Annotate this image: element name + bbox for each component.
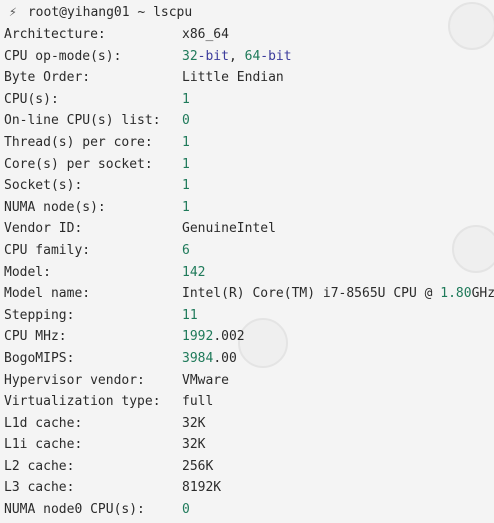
row-value: 1 — [182, 197, 190, 219]
value-segment: x86_64 — [182, 27, 229, 42]
row-label: Architecture: — [4, 27, 106, 42]
row-label: Model name: — [4, 286, 91, 302]
value-segment: 32K — [182, 437, 206, 453]
row-label: Byte Order: — [4, 70, 91, 86]
row-label: Core(s) per socket: — [4, 156, 153, 172]
value-segment: 1 — [182, 199, 190, 215]
value-segment: Little Endian — [182, 70, 284, 86]
row-value: 0 — [182, 499, 190, 521]
row-label: Virtualization type: — [4, 394, 161, 410]
row-label: BogoMIPS: — [4, 350, 75, 366]
terminal-window[interactable]: ⚡ root@yihang01 ~ lscpu Architecture: x86… — [0, 0, 494, 523]
value-segment: 142 — [182, 264, 206, 280]
prompt-user-host: root@yihang01 — [27, 5, 130, 20]
row-value: 32-bit, 64-bit — [182, 46, 292, 68]
row-label: L2 cache: — [4, 458, 75, 474]
row-label: CPU MHz: — [4, 329, 67, 345]
row-value: 256K — [182, 456, 213, 478]
value-segment: .00 — [213, 350, 237, 366]
row-value: 8192K — [182, 477, 221, 499]
value-segment: Intel(R) Core(TM) i7-8565U CPU @ — [182, 286, 441, 302]
row-label: NUMA node(s): — [4, 199, 106, 215]
value-segment: 1 — [182, 178, 190, 194]
watermark-logo-icon — [238, 318, 288, 368]
value-segment: GHz — [471, 286, 494, 302]
prompt-line: ⚡ root@yihang01 ~ lscpu — [9, 3, 192, 23]
value-segment: 0 — [182, 502, 190, 518]
watermark-logo-icon — [452, 225, 494, 273]
value-segment: 1 — [182, 134, 190, 150]
row-value: x86_64 — [182, 24, 229, 46]
value-segment: -bit — [197, 48, 229, 64]
bolt-icon: ⚡ — [9, 5, 17, 20]
row-value: 32K — [182, 413, 205, 435]
row-label: On-line CPU(s) list: — [4, 113, 161, 129]
row-label: Stepping: — [4, 307, 75, 323]
row-value: 0 — [182, 110, 190, 132]
row-label: CPU(s): — [4, 91, 59, 107]
row-value: 142 — [182, 262, 205, 284]
value-segment: 1 — [182, 156, 190, 172]
row-label: NUMA node0 CPU(s): — [4, 502, 145, 518]
value-segment: 1992 — [182, 329, 214, 345]
row-label: Socket(s): — [4, 178, 83, 194]
row-value: 3984.00 — [182, 348, 237, 370]
row-value: GenuineIntel — [182, 218, 276, 240]
value-segment: -bit — [260, 48, 292, 64]
row-value: Little Endian — [182, 67, 284, 89]
value-segment: GenuineIntel — [182, 221, 276, 237]
row-label: L1i cache: — [4, 437, 83, 453]
row-value: 1992.002 — [182, 326, 245, 348]
value-segment: 32 — [182, 48, 198, 64]
row-label: Hypervisor vendor: — [4, 372, 145, 388]
value-segment: 32K — [182, 415, 206, 431]
value-segment: full — [182, 394, 214, 410]
value-segment: 0 — [182, 113, 190, 129]
row-label: L1d cache: — [4, 415, 83, 431]
prompt-command: lscpu — [153, 5, 193, 20]
row-value: 11 — [182, 305, 198, 327]
value-segment: 3984 — [182, 350, 214, 366]
value-segment: 8192K — [182, 480, 222, 496]
value-segment: , — [228, 48, 245, 64]
watermark-logo-icon — [448, 2, 494, 50]
row-value: Intel(R) Core(TM) i7-8565U CPU @ 1.80GHz — [182, 283, 494, 305]
value-segment: .002 — [213, 329, 245, 345]
row-value: 1 — [182, 89, 190, 111]
row-label: Vendor ID: — [4, 221, 83, 237]
row-label: L3 cache: — [4, 480, 75, 496]
row-value: 6 — [182, 240, 190, 262]
row-value: full — [182, 391, 213, 413]
prompt-path: ~ — [137, 5, 146, 20]
row-value: 1 — [182, 132, 190, 154]
value-segment: 6 — [182, 242, 190, 258]
row-label: CPU op-mode(s): — [4, 48, 122, 64]
row-value: 32K — [182, 434, 205, 456]
row-label: Model: — [4, 264, 51, 280]
row-value: 1 — [182, 175, 190, 197]
row-label: Thread(s) per core: — [4, 134, 153, 150]
value-segment: 11 — [182, 307, 198, 323]
row-value: 1 — [182, 154, 190, 176]
value-segment: 256K — [182, 458, 214, 474]
value-segment: VMware — [182, 372, 229, 388]
row-value: VMware — [182, 370, 229, 392]
value-segment: 1 — [182, 91, 190, 107]
value-segment: 1.80 — [440, 286, 472, 302]
value-segment: 64 — [244, 48, 261, 64]
row-label: CPU family: — [4, 242, 91, 258]
